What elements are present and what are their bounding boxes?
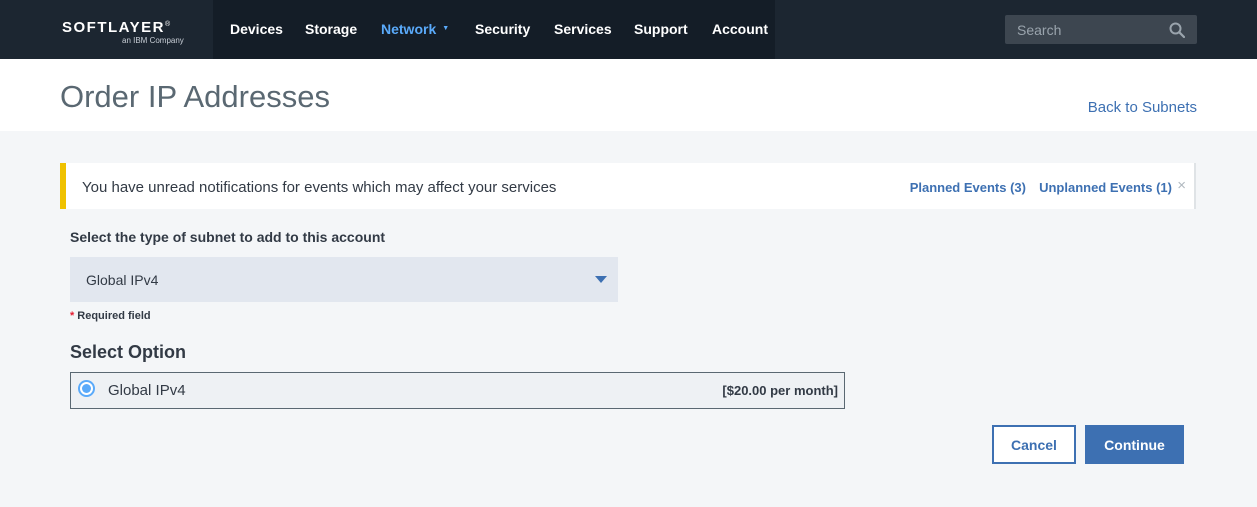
logo-block: SOFTLAYER® an IBM Company (0, 0, 213, 59)
logo-subtitle: an IBM Company (122, 36, 184, 45)
search-input[interactable] (1005, 15, 1165, 44)
notification-text: You have unread notifications for events… (82, 179, 557, 196)
softlayer-logo[interactable]: SOFTLAYER® (62, 19, 172, 36)
required-star: * (70, 310, 75, 322)
nav-item-account[interactable]: Account (712, 21, 768, 37)
nav-item-services[interactable]: Services (554, 21, 612, 37)
option-global-ipv4[interactable]: Global IPv4 [$20.00 per month] (70, 372, 845, 409)
page-title: Order IP Addresses (60, 79, 330, 114)
dropdown-arrow-icon (595, 276, 607, 283)
nav-item-devices[interactable]: Devices (230, 21, 283, 37)
subnet-type-select[interactable]: Global IPv4 (70, 257, 618, 302)
subnet-type-value: Global IPv4 (86, 272, 159, 288)
close-icon[interactable]: × (1177, 177, 1186, 194)
search-icon[interactable] (1169, 22, 1185, 38)
radio-selected-dot (82, 384, 91, 393)
nav-item-storage[interactable]: Storage (305, 21, 357, 37)
subnet-type-label: Select the type of subnet to add to this… (70, 229, 386, 245)
nav-item-security[interactable]: Security (475, 21, 530, 37)
top-navbar: SOFTLAYER® an IBM Company Devices Storag… (0, 0, 1257, 59)
radio-button[interactable] (78, 380, 95, 397)
option-label: Global IPv4 (108, 382, 186, 399)
caret-down-icon: ▼ (442, 24, 450, 32)
option-price: [$20.00 per month] (722, 383, 838, 398)
notification-banner: You have unread notifications for events… (60, 163, 1196, 209)
main-nav: Devices Storage Network ▼ Security Servic… (213, 0, 775, 59)
page-header: Order IP Addresses Back to Subnets (0, 59, 1257, 131)
back-to-subnets-link[interactable]: Back to Subnets (1088, 99, 1197, 116)
unplanned-events-link[interactable]: Unplanned Events (1) (1039, 180, 1172, 195)
required-text: Required field (77, 310, 151, 322)
nav-item-network[interactable]: Network ▼ (381, 21, 449, 37)
required-field-note: * Required field (70, 310, 151, 322)
planned-events-link[interactable]: Planned Events (3) (910, 180, 1026, 195)
continue-button[interactable]: Continue (1085, 425, 1184, 464)
cancel-button[interactable]: Cancel (992, 425, 1076, 464)
search-box (1005, 15, 1197, 44)
nav-item-network-label: Network (381, 21, 437, 37)
select-option-title: Select Option (70, 342, 187, 362)
nav-item-support[interactable]: Support (634, 21, 688, 37)
